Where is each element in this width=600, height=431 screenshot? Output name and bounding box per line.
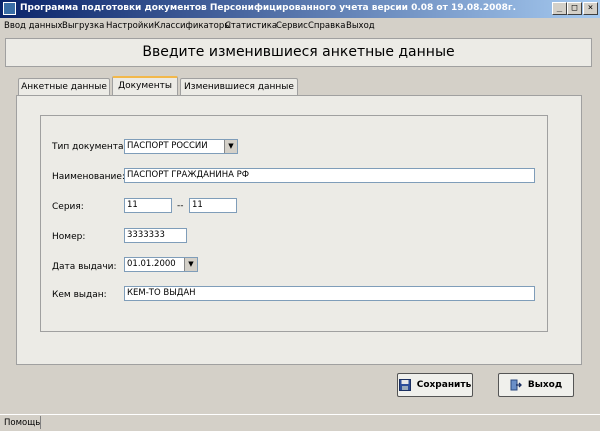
menu-item-data-entry[interactable]: Ввод данных — [4, 21, 63, 31]
status-text: Помощь — [4, 418, 41, 428]
menu-item-help[interactable]: Справка — [308, 21, 345, 31]
doc-type-select[interactable]: ПАСПОРТ РОССИИ ▼ — [124, 139, 238, 154]
floppy-disk-icon — [398, 378, 411, 391]
series-label: Серия: — [52, 202, 84, 212]
exit-button-label: Выход — [527, 380, 563, 390]
menu-item-statistics[interactable]: Статистика — [225, 21, 277, 31]
menu-item-classifiers[interactable]: Классификаторы — [154, 21, 231, 31]
series-separator: -- — [177, 201, 184, 211]
issued-by-label: Кем выдан: — [52, 290, 107, 300]
menu-item-service[interactable]: Сервис — [276, 21, 308, 31]
app-icon — [3, 2, 16, 15]
close-button[interactable]: × — [583, 2, 598, 15]
doc-type-label: Тип документа: — [52, 142, 127, 152]
menu-item-exit[interactable]: Выход — [346, 21, 375, 31]
maximize-button[interactable]: □ — [567, 2, 582, 15]
number-field[interactable]: 3333333 — [124, 228, 187, 243]
tab-changed-data[interactable]: Изменившиеся данные — [180, 78, 298, 95]
minimize-button[interactable]: _ — [552, 2, 567, 15]
tab-documents[interactable]: Документы — [112, 76, 178, 95]
exit-door-icon — [510, 379, 522, 390]
chevron-down-icon[interactable]: ▼ — [224, 140, 237, 153]
window-title: Программа подготовки документов Персониф… — [20, 3, 517, 13]
series-field-1[interactable]: 11 — [124, 198, 172, 213]
number-label: Номер: — [52, 232, 86, 242]
issue-date-value: 01.01.2000 — [127, 259, 176, 269]
series-field-2[interactable]: 11 — [189, 198, 237, 213]
form-header: Введите изменившиеся анкетные данные — [5, 38, 592, 67]
save-button-label: Сохранить — [416, 380, 472, 390]
name-label: Наименование: — [52, 172, 125, 182]
doc-type-value: ПАСПОРТ РОССИИ — [127, 141, 208, 151]
issue-date-picker[interactable]: 01.01.2000 ▼ — [124, 257, 198, 272]
status-divider — [40, 416, 41, 429]
issued-by-field[interactable]: КЕМ-ТО ВЫДАН — [124, 286, 535, 301]
chevron-down-icon[interactable]: ▼ — [184, 258, 197, 271]
menu-item-export[interactable]: Выгрузка — [62, 21, 104, 31]
menu-item-settings[interactable]: Настройки — [106, 21, 154, 31]
title-bar[interactable]: Программа подготовки документов Персониф… — [0, 0, 600, 18]
page-title: Введите изменившиеся анкетные данные — [142, 44, 455, 60]
tab-personal-data[interactable]: Анкетные данные — [18, 78, 110, 95]
status-bar: Помощь — [0, 414, 600, 431]
issue-date-label: Дата выдачи: — [52, 262, 117, 272]
menu-bar: Ввод данных Выгрузка Настройки Классифик… — [0, 18, 600, 35]
name-field[interactable]: ПАСПОРТ ГРАЖДАНИНА РФ — [124, 168, 535, 183]
exit-button[interactable]: Выход — [498, 373, 574, 397]
save-button[interactable]: Сохранить — [397, 373, 473, 397]
